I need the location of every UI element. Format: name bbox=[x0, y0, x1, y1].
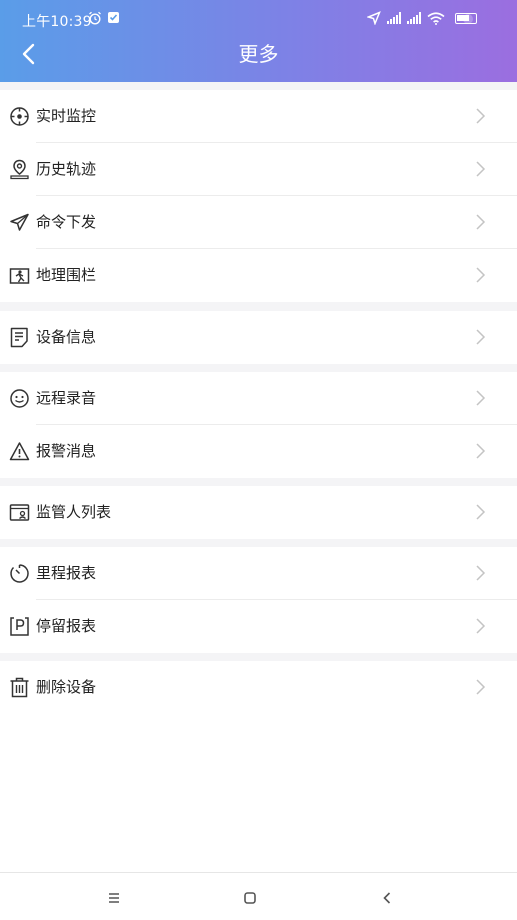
warning-icon bbox=[9, 442, 30, 461]
menu-item-send-command[interactable]: 命令下发 bbox=[0, 196, 517, 249]
chevron-right-icon bbox=[476, 443, 486, 459]
trash-icon bbox=[10, 677, 29, 698]
id-card-icon bbox=[9, 504, 30, 521]
menu-item-label: 里程报表 bbox=[36, 564, 97, 582]
status-right bbox=[367, 11, 477, 25]
menu-group: 实时监控 历史轨迹 命令下发 地理围栏 bbox=[0, 90, 517, 302]
menu-icon[interactable] bbox=[103, 887, 125, 909]
menu-item-label: 实时监控 bbox=[36, 107, 97, 125]
smile-icon bbox=[10, 389, 29, 408]
menu-group: 设备信息 bbox=[0, 311, 517, 364]
timer-icon bbox=[10, 564, 29, 583]
parking-icon bbox=[10, 617, 29, 636]
menu-item-realtime-monitoring[interactable]: 实时监控 bbox=[0, 90, 517, 143]
alarm-icon bbox=[89, 11, 101, 25]
chevron-right-icon bbox=[476, 267, 486, 283]
chevron-right-icon bbox=[476, 504, 486, 520]
chevron-right-icon bbox=[476, 618, 486, 634]
notification-dot bbox=[463, 14, 473, 24]
crosshair-icon bbox=[10, 107, 29, 126]
menu-item-label: 地理围栏 bbox=[36, 266, 97, 284]
menu-group: 监管人列表 bbox=[0, 486, 517, 539]
menu-item-label: 删除设备 bbox=[36, 678, 97, 696]
menu-item-alarm-messages[interactable]: 报警消息 bbox=[0, 425, 517, 478]
menu-item-label: 历史轨迹 bbox=[36, 160, 97, 178]
menu-group: 远程录音 报警消息 bbox=[0, 372, 517, 478]
send-icon bbox=[10, 213, 29, 231]
chevron-right-icon bbox=[476, 329, 486, 345]
menu-group: 删除设备 bbox=[0, 661, 517, 714]
chevron-right-icon bbox=[476, 108, 486, 124]
menu-item-delete-device[interactable]: 删除设备 bbox=[0, 661, 517, 714]
menu-item-label: 停留报表 bbox=[36, 617, 97, 635]
home-icon[interactable] bbox=[239, 887, 261, 909]
signal-icon bbox=[407, 12, 421, 24]
content-background bbox=[0, 714, 517, 872]
check-app-icon bbox=[108, 12, 119, 23]
document-icon bbox=[10, 327, 28, 348]
wifi-icon bbox=[427, 11, 445, 25]
status-time: 上午10:39 bbox=[22, 14, 92, 30]
menu-item-supervisor-list[interactable]: 监管人列表 bbox=[0, 486, 517, 539]
back-icon[interactable] bbox=[376, 887, 398, 909]
chevron-right-icon bbox=[476, 390, 486, 406]
menu-item-label: 监管人列表 bbox=[36, 503, 112, 521]
signal-icon bbox=[387, 12, 401, 24]
chevron-right-icon bbox=[476, 565, 486, 581]
chevron-right-icon bbox=[476, 161, 486, 177]
location-pin-icon bbox=[10, 159, 29, 180]
menu-item-label: 命令下发 bbox=[36, 213, 97, 231]
location-arrow-icon bbox=[367, 11, 381, 25]
menu-item-stay-report[interactable]: 停留报表 bbox=[0, 600, 517, 653]
menu-list: 实时监控 历史轨迹 命令下发 地理围栏 设备信息 远程录音 报警消息 监管人列表… bbox=[0, 82, 517, 872]
system-nav-bar bbox=[0, 872, 517, 920]
menu-item-remote-recording[interactable]: 远程录音 bbox=[0, 372, 517, 425]
chevron-right-icon bbox=[476, 679, 486, 695]
header: 上午10:39 更多 bbox=[0, 0, 517, 82]
menu-item-geofence[interactable]: 地理围栏 bbox=[0, 249, 517, 302]
menu-item-mileage-report[interactable]: 里程报表 bbox=[0, 547, 517, 600]
menu-item-label: 设备信息 bbox=[36, 328, 97, 346]
fence-icon bbox=[9, 268, 30, 284]
menu-item-history-track[interactable]: 历史轨迹 bbox=[0, 143, 517, 196]
chevron-right-icon bbox=[476, 214, 486, 230]
status-bar: 上午10:39 bbox=[0, 0, 517, 38]
menu-group: 里程报表 停留报表 bbox=[0, 547, 517, 653]
menu-item-label: 远程录音 bbox=[36, 389, 97, 407]
menu-item-label: 报警消息 bbox=[36, 442, 97, 460]
menu-item-device-info[interactable]: 设备信息 bbox=[0, 311, 517, 364]
page-title: 更多 bbox=[238, 42, 279, 66]
